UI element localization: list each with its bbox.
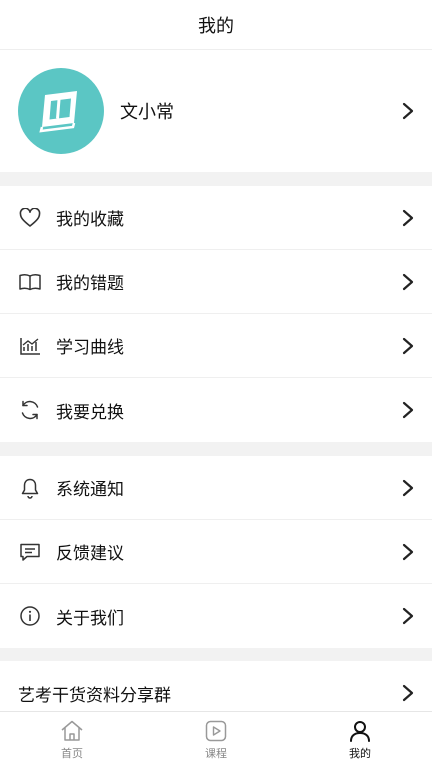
menu-item-label: 艺考干货资料分享群 (18, 685, 171, 706)
menu-item-about[interactable]: 关于我们 (0, 584, 432, 648)
home-icon (61, 720, 83, 741)
message-icon (18, 540, 42, 564)
tab-home[interactable]: 首页 (0, 712, 144, 768)
bell-icon (18, 476, 42, 500)
heart-icon (18, 206, 42, 230)
refresh-icon (18, 398, 42, 422)
chevron-right-icon (402, 543, 414, 560)
chart-icon (18, 334, 42, 358)
tab-label: 我的 (349, 747, 371, 760)
tab-mine[interactable]: 我的 (288, 712, 432, 768)
app-logo-icon (39, 91, 77, 133)
menu-item-favorites[interactable]: 我的收藏 (0, 186, 432, 250)
chevron-right-icon (402, 479, 414, 496)
page-title: 我的 (198, 15, 234, 37)
chevron-right-icon (402, 209, 414, 226)
tab-bar: 首页 课程 我的 (0, 711, 432, 768)
menu-group-1: 我的收藏 我的错题 学习曲线 我要兑换 (0, 186, 432, 442)
play-icon (205, 720, 227, 742)
book-icon (18, 270, 42, 294)
chevron-right-icon (402, 337, 414, 354)
tab-label: 课程 (205, 747, 227, 760)
chevron-right-icon (402, 102, 414, 120)
chevron-right-icon (402, 273, 414, 290)
menu-item-label: 我要兑换 (56, 402, 124, 423)
menu-item-wrong-questions[interactable]: 我的错题 (0, 250, 432, 314)
avatar[interactable] (18, 68, 104, 154)
menu-group-2: 系统通知 反馈建议 关于我们 (0, 456, 432, 648)
chevron-right-icon (402, 607, 414, 625)
menu-item-label: 系统通知 (56, 480, 124, 500)
menu-item-notifications[interactable]: 系统通知 (0, 456, 432, 520)
info-icon (18, 604, 42, 628)
menu-item-feedback[interactable]: 反馈建议 (0, 520, 432, 584)
chevron-right-icon (402, 401, 414, 419)
user-icon (350, 721, 370, 742)
menu-item-label: 关于我们 (56, 608, 124, 629)
profile-name: 文小常 (120, 102, 174, 123)
menu-item-label: 反馈建议 (56, 544, 124, 564)
tab-courses[interactable]: 课程 (144, 712, 288, 768)
chevron-right-icon (402, 684, 414, 702)
menu-item-label: 我的收藏 (56, 210, 124, 230)
menu-item-learning-curve[interactable]: 学习曲线 (0, 314, 432, 378)
menu-item-redeem[interactable]: 我要兑换 (0, 378, 432, 442)
menu-item-label: 学习曲线 (56, 338, 124, 358)
tab-label: 首页 (61, 747, 83, 760)
header-bar: 我的 (0, 0, 432, 50)
profile-card[interactable]: 文小常 (0, 50, 432, 172)
menu-item-label: 我的错题 (56, 274, 124, 294)
